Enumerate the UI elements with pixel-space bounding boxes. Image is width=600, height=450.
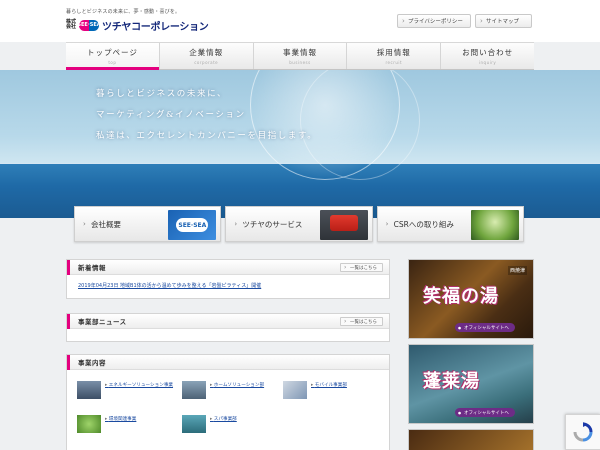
bizdept-title: 事業部ニュース bbox=[78, 318, 127, 326]
mobile-thumbnail bbox=[283, 381, 307, 399]
business-link: エネルギーソリューション事業 bbox=[105, 382, 177, 389]
news-title: 新着情報 bbox=[78, 264, 106, 272]
business-link: スパ事業部 bbox=[210, 416, 282, 423]
bizdept-header: 事業部ニュース 一覧はこちら bbox=[67, 314, 389, 329]
header: 暮らしとビジネスの未来に、夢・感動・喜びを。 株式会社 SEE·SEA ツチヤコ… bbox=[0, 0, 600, 42]
nav-label: 採用情報 bbox=[376, 48, 411, 57]
feature-label: 会社概要 bbox=[91, 219, 121, 229]
hero-line-3: 私達は、エクセレントカンパニーを目指します。 bbox=[96, 131, 318, 141]
nav-sublabel: corporate bbox=[194, 60, 219, 65]
banner-shofuku-no-yu[interactable]: 西焼津 笑福の湯 オフィシャルサイトへ bbox=[408, 259, 534, 339]
banner-third[interactable] bbox=[408, 429, 534, 450]
nav-sublabel: inquiry bbox=[478, 60, 497, 65]
logo-name: ツチヤコーポレーション bbox=[102, 21, 209, 33]
logo-kaisha: 株式会社 bbox=[66, 19, 77, 30]
business-link: 環境関連事業 bbox=[105, 416, 177, 423]
news-header: 新着情報 一覧はこちら bbox=[67, 260, 389, 275]
feature-services[interactable]: › ツチヤのサービス bbox=[225, 206, 373, 242]
energy-thumbnail bbox=[77, 381, 101, 399]
hero-banner: 暮らしとビジネスの未来に、 マーケティング&イノベーション 私達は、エクセレント… bbox=[0, 70, 600, 218]
business-panel: 事業内容 エネルギーソリューション事業 ホームソリューション部 モバイル事業部 … bbox=[66, 354, 390, 450]
banner-title: 蓬莱湯 bbox=[423, 371, 480, 392]
nav-top[interactable]: トップページ top bbox=[66, 43, 160, 70]
nav-label: お問い合わせ bbox=[462, 48, 514, 57]
nav-sublabel: business bbox=[289, 60, 311, 65]
feature-image-seesea: SEE·SEA bbox=[168, 210, 217, 240]
nav-sublabel: top bbox=[108, 60, 117, 65]
business-link: モバイル事業部 bbox=[311, 382, 383, 389]
news-item[interactable]: 2019年04月23日 地域B1体の活から温めて歩みを整える「岩盤ピラティス」開… bbox=[78, 282, 261, 289]
nav-corporate[interactable]: 企業情報 corporate bbox=[160, 43, 254, 69]
news-panel: 新着情報 一覧はこちら 2019年04月23日 地域B1体の活から温めて歩みを整… bbox=[66, 259, 390, 299]
official-site-button[interactable]: オフィシャルサイトへ bbox=[455, 323, 515, 332]
page: 暮らしとビジネスの未来に、夢・感動・喜びを。 株式会社 SEE·SEA ツチヤコ… bbox=[0, 0, 600, 450]
business-link: ホームソリューション部 bbox=[210, 382, 282, 389]
chevron-right-icon: › bbox=[234, 220, 238, 228]
feature-company-profile[interactable]: › 会社概要 SEE·SEA bbox=[74, 206, 222, 242]
official-site-button[interactable]: オフィシャルサイトへ bbox=[455, 408, 515, 417]
business-item-spa[interactable]: スパ事業部 bbox=[182, 415, 282, 445]
chevron-right-icon: › bbox=[385, 220, 389, 228]
card-graphic bbox=[329, 215, 358, 231]
nav-business[interactable]: 事業情報 business bbox=[254, 43, 348, 69]
nav-recruit[interactable]: 採用情報 recruit bbox=[347, 43, 442, 69]
privacy-policy-button[interactable]: プライバシーポリシー bbox=[397, 14, 471, 28]
bizdept-news-panel: 事業部ニュース 一覧はこちら bbox=[66, 313, 390, 342]
banner-location-tag: 西焼津 bbox=[507, 266, 527, 275]
business-item-environment[interactable]: 環境関連事業 bbox=[77, 415, 177, 445]
feature-image-csr bbox=[470, 210, 519, 240]
company-logo[interactable]: 株式会社 SEE·SEA ツチヤコーポレーション bbox=[66, 17, 209, 33]
nav-label: 企業情報 bbox=[189, 48, 224, 57]
bizdept-more-button[interactable]: 一覧はこちら bbox=[340, 317, 383, 326]
recaptcha-icon bbox=[573, 422, 593, 442]
tagline: 暮らしとビジネスの未来に、夢・感動・喜びを。 bbox=[66, 9, 181, 15]
business-item-energy[interactable]: エネルギーソリューション事業 bbox=[77, 381, 177, 411]
hero-line-1: 暮らしとビジネスの未来に、 bbox=[96, 89, 228, 99]
banner-title: 笑福の湯 bbox=[423, 286, 499, 307]
recaptcha-badge[interactable] bbox=[565, 414, 600, 450]
business-item-home[interactable]: ホームソリューション部 bbox=[182, 381, 282, 411]
home-thumbnail bbox=[182, 381, 206, 399]
feature-label: CSRへの取り組み bbox=[393, 219, 454, 229]
feature-csr[interactable]: › CSRへの取り組み bbox=[376, 206, 524, 242]
banner-horaiyu[interactable]: 蓬莱湯 オフィシャルサイトへ bbox=[408, 344, 534, 424]
feature-image-services bbox=[319, 210, 368, 240]
feature-links: › 会社概要 SEE·SEA › ツチヤのサービス › CSRへの取り組み bbox=[74, 206, 524, 242]
nav-label: 事業情報 bbox=[282, 48, 317, 57]
seesea-logo-text: SEE·SEA bbox=[176, 218, 209, 232]
nav-inquiry[interactable]: お問い合わせ inquiry bbox=[441, 43, 534, 69]
news-more-button[interactable]: 一覧はこちら bbox=[340, 263, 383, 272]
environment-thumbnail bbox=[77, 415, 101, 433]
hero-line-2: マーケティング&イノベーション bbox=[96, 110, 246, 120]
chevron-right-icon: › bbox=[83, 220, 86, 228]
sitemap-button[interactable]: サイトマップ bbox=[475, 14, 532, 28]
logo-mark: SEE·SEA bbox=[77, 19, 101, 31]
spa-thumbnail bbox=[182, 415, 206, 433]
feature-label: ツチヤのサービス bbox=[242, 219, 303, 229]
nav-label: トップページ bbox=[86, 48, 138, 57]
hero-horizon bbox=[0, 163, 600, 164]
business-header: 事業内容 bbox=[67, 355, 389, 370]
business-item-mobile[interactable]: モバイル事業部 bbox=[283, 381, 383, 411]
business-title: 事業内容 bbox=[78, 359, 106, 367]
nav-sublabel: recruit bbox=[385, 60, 403, 65]
global-nav: トップページ top 企業情報 corporate 事業情報 business … bbox=[66, 42, 534, 70]
